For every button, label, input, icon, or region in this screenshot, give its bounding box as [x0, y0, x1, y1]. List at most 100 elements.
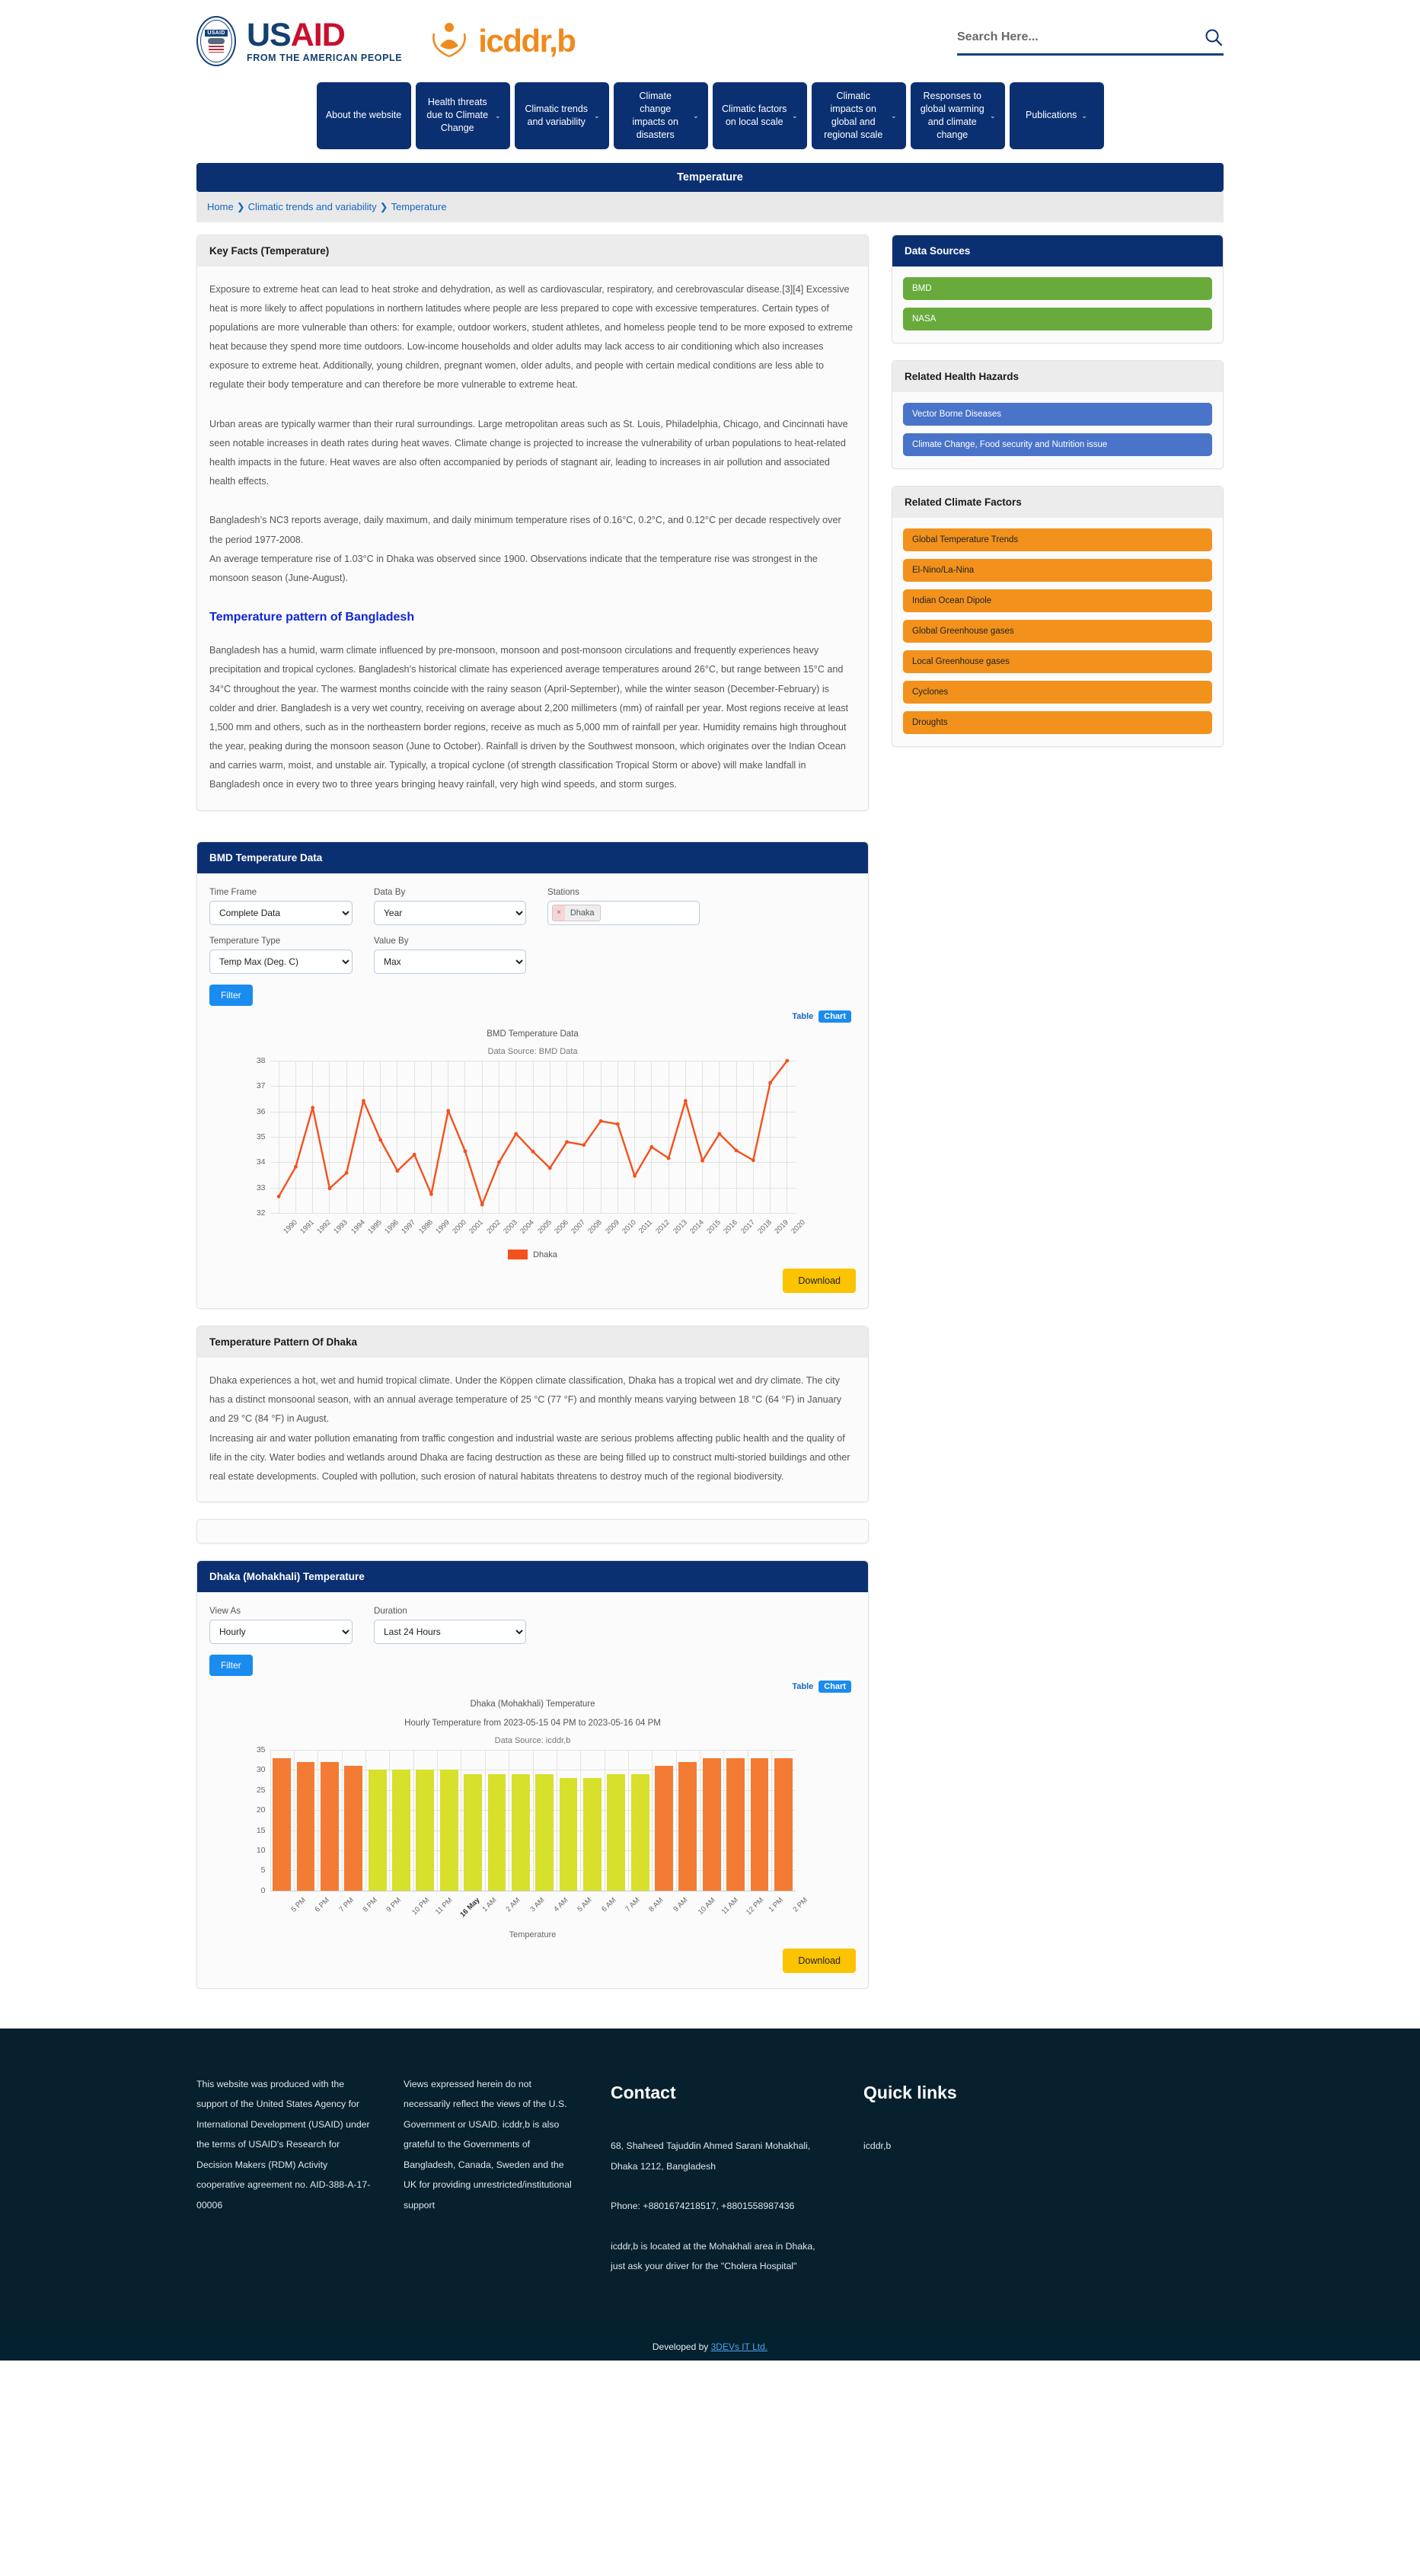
x-axis-tick: 16 May	[458, 1895, 482, 1920]
bmd-tab-chart[interactable]: Chart	[818, 1010, 851, 1023]
mohakhali-tab-chart[interactable]: Chart	[818, 1681, 851, 1693]
bmd-panel-body: Time Frame Complete Data Temperature Typ…	[197, 873, 868, 1308]
data-sources-heading: Data Sources	[892, 235, 1223, 267]
nav-item-climatic-impacts-global[interactable]: Climatic impacts on global and regional …	[811, 82, 906, 149]
main-content: Key Facts (Temperature) Exposure to extr…	[196, 234, 1224, 2006]
search-icon[interactable]	[1204, 27, 1224, 47]
value-by-select[interactable]: Max	[374, 949, 526, 974]
hazard-food-security-nutrition[interactable]: Climate Change, Food security and Nutrit…	[903, 433, 1212, 456]
bar	[273, 1757, 292, 1891]
nav-item-climatic-trends[interactable]: Climatic trends and variability ⌄	[514, 82, 609, 149]
data-by-label: Data By	[374, 886, 406, 897]
nav-item-about-the-website[interactable]: About the website	[316, 82, 411, 149]
usaid-aid-text: AID	[290, 17, 346, 54]
bar	[487, 1773, 506, 1891]
gridline-vertical	[675, 1749, 677, 1891]
footer-contact-phone: Phone: +8801674218517, +8801558987436	[611, 2201, 795, 2212]
remove-station-icon[interactable]: ×	[553, 905, 565, 921]
search-box[interactable]	[957, 27, 1224, 56]
x-axis-tick: 2000	[451, 1218, 469, 1236]
factor-indian-ocean-dipole[interactable]: Indian Ocean Dipole	[903, 589, 1212, 612]
bmd-download-button[interactable]: Download	[783, 1269, 856, 1294]
bar	[320, 1761, 339, 1891]
x-axis-tick: 5 AM	[576, 1895, 594, 1914]
data-by-select[interactable]: Year	[374, 900, 526, 925]
nav-label: Health threats due to Climate Change	[426, 97, 489, 134]
mohakhali-panel-body: View As Hourly Duration Last 24 Hours Fi…	[197, 1592, 868, 1988]
bar	[678, 1761, 697, 1891]
factor-el-nino-la-nina[interactable]: El-Nino/La-Nina	[903, 558, 1212, 582]
climate-factors-list: Global Temperature Trends El-Nino/La-Nin…	[892, 518, 1223, 746]
factor-global-greenhouse-gases[interactable]: Global Greenhouse gases	[903, 619, 1212, 643]
usaid-wordmark: USAID FROM THE AMERICAN PEOPLE	[247, 19, 402, 63]
x-axis-tick: 10 AM	[697, 1895, 717, 1917]
x-axis-tick: 2001	[467, 1218, 486, 1236]
usaid-us-text: US	[247, 17, 292, 54]
data-source-bmd[interactable]: BMD	[903, 276, 1212, 300]
breadcrumb-home[interactable]: Home	[207, 201, 234, 212]
y-axis-tick: 10	[256, 1846, 266, 1856]
bar	[774, 1757, 793, 1891]
y-axis-tick: 35	[256, 1744, 266, 1754]
time-frame-select[interactable]: Complete Data	[209, 900, 353, 925]
nav-item-climatic-factors-local[interactable]: Climatic factors on local scale ⌄	[712, 82, 807, 149]
temperature-type-select[interactable]: Temp Max (Deg. C)	[209, 949, 353, 974]
chevron-down-icon: ⌄	[1081, 111, 1087, 120]
hazard-vector-borne-diseases[interactable]: Vector Borne Diseases	[903, 402, 1212, 426]
stations-tokenbox[interactable]: × Dhaka	[547, 900, 700, 925]
usaid-tagline: FROM THE AMERICAN PEOPLE	[247, 53, 403, 64]
data-source-nasa[interactable]: NASA	[903, 307, 1212, 330]
icddrb-wreath-icon	[428, 20, 471, 62]
x-axis-tick: 2014	[688, 1218, 706, 1236]
x-axis-tick: 2006	[552, 1218, 570, 1236]
bar	[368, 1770, 387, 1891]
search-input[interactable]	[957, 30, 1204, 44]
temperature-type-field: Temperature Type Temp Max (Deg. C)	[209, 936, 353, 974]
nav-label: Climatic factors on local scale	[722, 103, 787, 127]
breadcrumb-parent[interactable]: Climatic trends and variability	[248, 201, 377, 212]
nav-item-publications[interactable]: Publications ⌄	[1009, 82, 1104, 149]
station-token-dhaka[interactable]: × Dhaka	[552, 904, 601, 921]
factor-droughts[interactable]: Droughts	[903, 710, 1212, 734]
view-as-select[interactable]: Hourly	[209, 1620, 353, 1645]
bmd-tab-table[interactable]: Table	[792, 1012, 813, 1021]
x-axis-tick: 6 AM	[600, 1895, 618, 1914]
gridline-vertical	[389, 1749, 391, 1891]
mohakhali-tab-table[interactable]: Table	[792, 1682, 813, 1691]
bar	[464, 1773, 482, 1891]
bmd-chart-title: BMD Temperature Data	[487, 1029, 579, 1039]
mohakhali-filter-button[interactable]: Filter	[209, 1655, 253, 1677]
temperature-pattern-bangladesh-paragraph: Bangladesh has a humid, warm climate inf…	[209, 645, 849, 790]
x-axis-tick: 1998	[416, 1218, 435, 1236]
chevron-down-icon: ⌄	[494, 111, 501, 120]
breadcrumb-current: Temperature	[391, 200, 447, 212]
x-axis-tick: 3 AM	[528, 1895, 547, 1914]
icddrb-wordmark: icddr,b	[478, 23, 576, 59]
factor-local-greenhouse-gases[interactable]: Local Greenhouse gases	[903, 650, 1212, 673]
x-axis-tick: 11 PM	[433, 1895, 455, 1917]
x-axis-tick: 2016	[722, 1218, 740, 1236]
nav-item-health-threats[interactable]: Health threats due to Climate Change ⌄	[415, 82, 510, 149]
nav-item-responses-global-warming[interactable]: Responses to global warming and climate …	[910, 82, 1005, 149]
bmd-filter-button[interactable]: Filter	[209, 984, 253, 1006]
gridline-vertical	[627, 1749, 629, 1891]
usaid-logo[interactable]: USAID USAID FROM THE AMERICAN PEOPLE	[196, 16, 402, 66]
duration-select[interactable]: Last 24 Hours	[374, 1620, 526, 1645]
mohakhali-download-button[interactable]: Download	[783, 1948, 856, 1973]
mohakhali-bar-chart: 0 5 10 15 20 25 30 35 5 PM 6 PM 7 PM 8 PM 9 PM 10 PM 1…	[257, 1745, 809, 1919]
y-axis-tick: 37	[256, 1081, 266, 1091]
icddrb-logo[interactable]: icddr,b	[428, 20, 576, 62]
nav-item-climate-change-impacts[interactable]: Climate change impacts on disasters ⌄	[613, 82, 708, 149]
bar	[392, 1770, 410, 1891]
footer-quick-link-icddrb[interactable]: icddr,b	[863, 2136, 1054, 2156]
credit-link[interactable]: 3DEVs IT Ltd.	[711, 2341, 767, 2352]
x-axis-tick: 4 AM	[552, 1895, 570, 1914]
usaid-seal-label: USAID	[205, 30, 228, 37]
footer-contact: Contact 68, Shaheed Tajuddin Ahmed Saran…	[611, 2074, 831, 2297]
bar	[511, 1773, 530, 1891]
factor-cyclones[interactable]: Cyclones	[903, 680, 1212, 704]
station-token-label: Dhaka	[564, 905, 600, 921]
page-root: USAID USAID FROM THE AMERICAN PEOPLE icd…	[0, 0, 1420, 2361]
factor-global-temperature-trends[interactable]: Global Temperature Trends	[903, 528, 1212, 551]
chevron-down-icon: ⌄	[692, 111, 699, 120]
